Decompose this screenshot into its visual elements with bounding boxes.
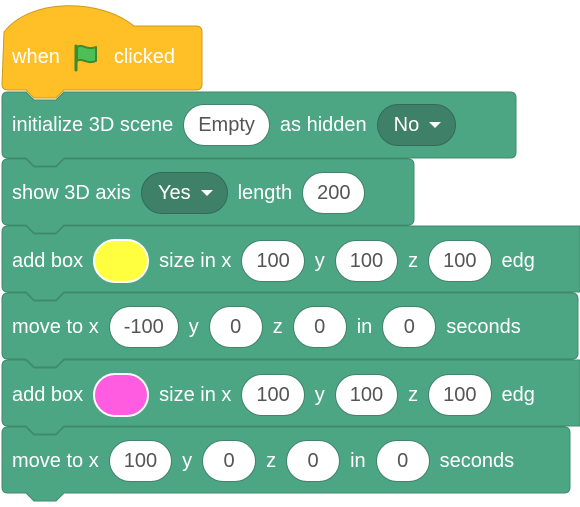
size-y-input[interactable]: 100 [334,240,399,282]
as-hidden-label: as hidden [279,113,367,136]
move-x-input[interactable]: -100 [108,306,179,348]
seconds-input[interactable]: 0 [382,306,437,348]
y-label: y [188,315,199,338]
show-axis-dropdown-value: Yes [157,181,191,204]
size-z-input[interactable]: 100 [428,240,492,282]
move-z-input[interactable]: 0 [286,440,341,482]
move-to-block-2[interactable]: move to x 100 y 0 z 0 in 0 seconds [12,440,524,482]
move-y-input[interactable]: 0 [202,440,257,482]
show-axis-label: show 3D axis [12,181,131,204]
when-label: when [12,45,60,68]
hidden-dropdown-value: No [393,113,420,136]
edge-label: edg [501,383,535,406]
length-label: length [237,181,293,204]
color-swatch[interactable] [93,239,150,283]
size-in-x-label: size in x [159,383,232,406]
when-flag-clicked-block[interactable]: when clicked [12,42,185,72]
size-y-input[interactable]: 100 [334,374,399,416]
chevron-down-icon [429,122,442,128]
show-3d-axis-block[interactable]: show 3D axis Yes length 200 [12,172,375,214]
add-box-label: add box [12,249,84,272]
move-y-input[interactable]: 0 [208,306,263,348]
z-label: z [272,315,283,338]
seconds-input[interactable]: 0 [375,440,430,482]
size-x-input[interactable]: 100 [241,374,305,416]
hidden-dropdown[interactable]: No [376,104,457,146]
add-box-block-1[interactable]: add box size in x 100 y 100 z 100 edg [12,239,545,283]
move-to-block-1[interactable]: move to x -100 y 0 z 0 in 0 seconds [12,306,531,348]
chevron-down-icon [200,190,213,196]
initialize-3d-scene-block[interactable]: initialize 3D scene Empty as hidden No [12,104,466,146]
size-in-x-label: size in x [159,249,232,272]
move-to-x-label: move to x [12,449,99,472]
z-label: z [266,449,277,472]
scene-input[interactable]: Empty [183,104,270,146]
seconds-label: seconds [446,315,521,338]
green-flag-icon [74,44,97,72]
length-input[interactable]: 200 [302,172,366,214]
show-axis-dropdown[interactable]: Yes [140,172,228,214]
script-canvas: when clicked initialize 3D scene Empty a… [0,0,580,507]
move-z-input[interactable]: 0 [292,306,347,348]
move-to-x-label: move to x [12,315,99,338]
y-label: y [314,249,325,272]
size-z-input[interactable]: 100 [428,374,492,416]
y-label: y [314,383,325,406]
edge-label: edg [501,249,535,272]
z-label: z [408,249,419,272]
color-swatch[interactable] [93,373,150,417]
initialize-label: initialize 3D scene [12,113,174,136]
move-x-input[interactable]: 100 [108,440,173,482]
y-label: y [182,449,193,472]
in-label: in [356,315,373,338]
size-x-input[interactable]: 100 [241,240,305,282]
in-label: in [350,449,366,472]
add-box-label: add box [12,383,84,406]
add-box-block-2[interactable]: add box size in x 100 y 100 z 100 edg [12,373,545,417]
z-label: z [408,383,419,406]
clicked-label: clicked [113,45,175,68]
seconds-label: seconds [439,449,515,472]
